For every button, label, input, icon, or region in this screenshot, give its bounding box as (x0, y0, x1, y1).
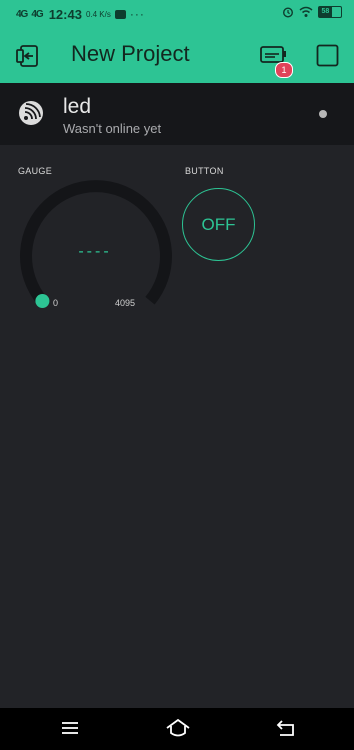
device-bar[interactable]: led Wasn't online yet (0, 83, 354, 145)
device-online-indicator (319, 110, 327, 118)
play-icon[interactable] (316, 44, 339, 67)
message-icon (114, 9, 126, 19)
device-select-icon[interactable] (15, 43, 41, 69)
battery-level: 58 (319, 7, 332, 17)
notification-badge: 1 (275, 62, 293, 78)
system-nav-bar (0, 708, 354, 750)
gauge-min: 0 (53, 298, 59, 308)
app-header: New Project 1 (0, 28, 354, 83)
alarm-icon (282, 7, 294, 18)
off-button[interactable]: OFF (182, 188, 255, 261)
back-icon[interactable] (275, 717, 297, 739)
status-bar: 4G 4G 12:43 0.4 K/s ··· 58 (0, 0, 354, 28)
battery-icon: 58 (318, 6, 342, 18)
button-label: BUTTON (185, 166, 224, 176)
device-name: led (63, 95, 92, 118)
gauge-value: ---- (78, 243, 112, 260)
network-speed: 0.4 K/s (85, 9, 111, 19)
gauge-indicator (35, 294, 50, 308)
device-status: Wasn't online yet (63, 121, 162, 136)
signal-2-icon: 4G (31, 8, 43, 20)
menu-icon[interactable] (59, 717, 81, 739)
page-title: New Project (71, 41, 190, 66)
signal-1-icon: 4G (16, 8, 28, 20)
gauge-max: 4095 (115, 298, 136, 308)
home-icon[interactable] (165, 717, 191, 739)
clock: 12:43 (48, 6, 82, 22)
wifi-icon (299, 6, 313, 17)
more-notifications-icon: ··· (129, 7, 145, 21)
esp-wifi-icon (19, 101, 43, 125)
